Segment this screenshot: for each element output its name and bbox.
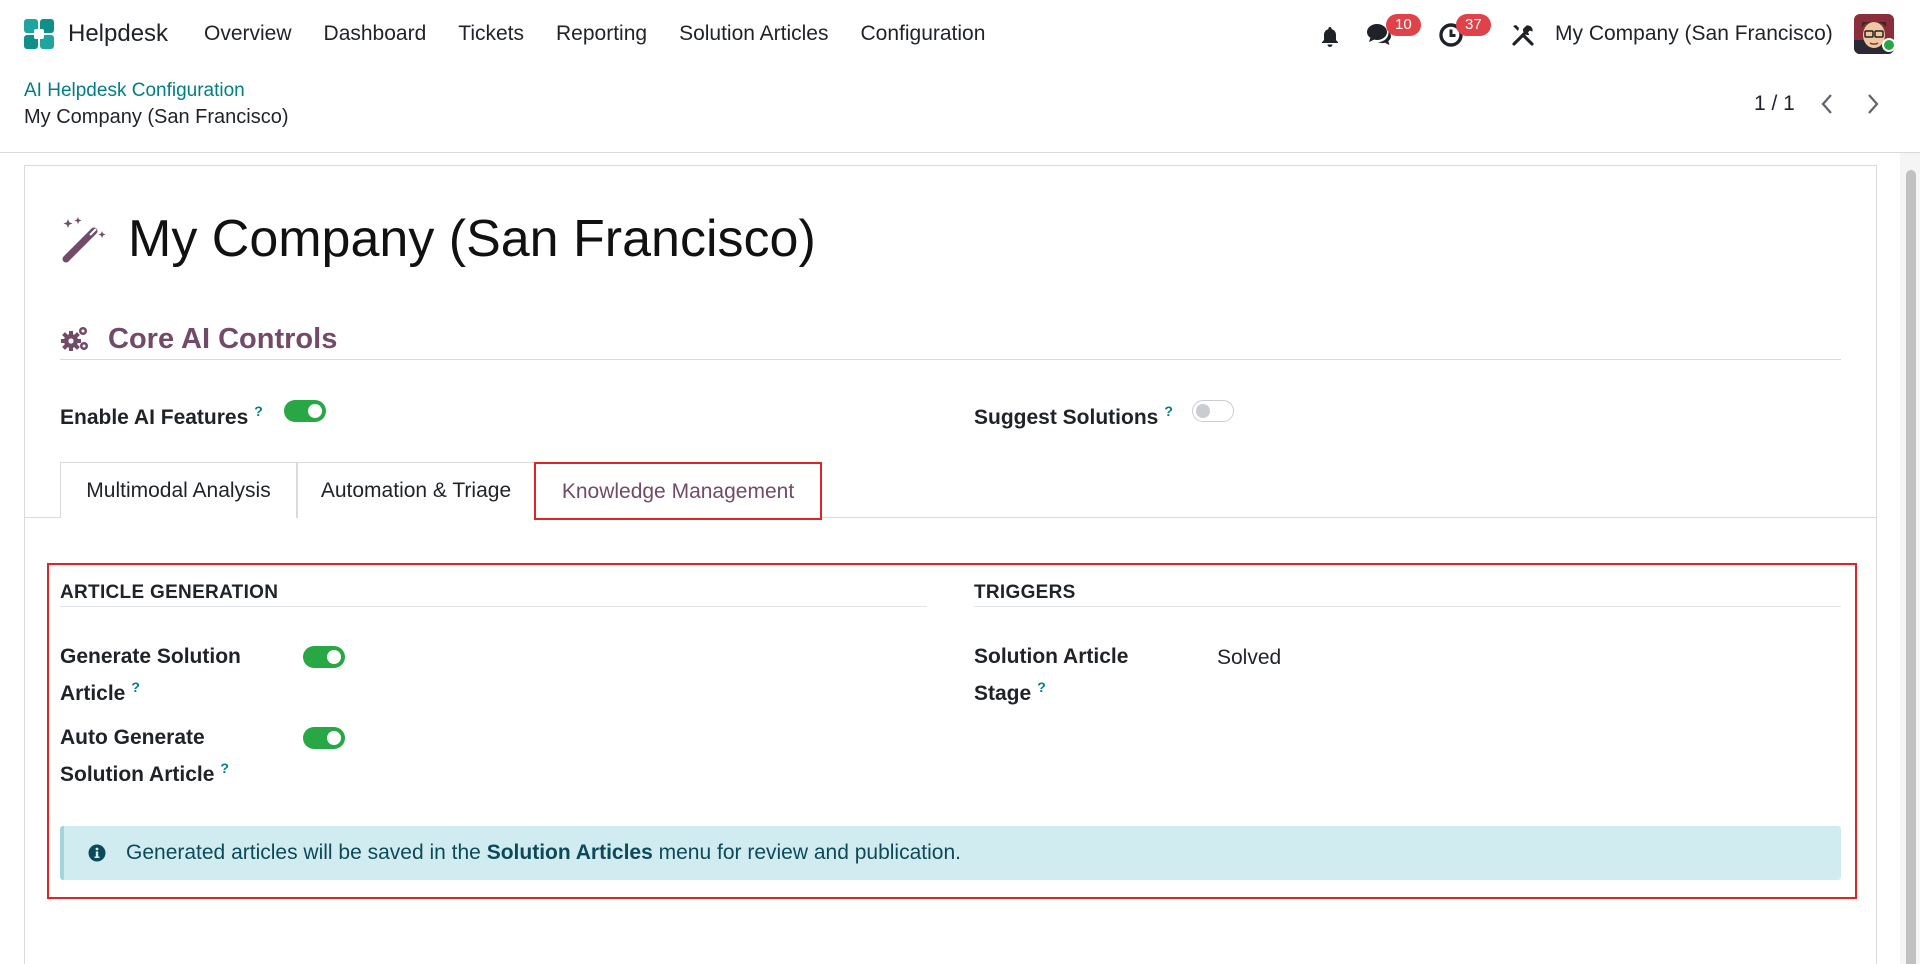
messages-count-badge: 10 <box>1386 14 1421 36</box>
menu-item-overview[interactable]: Overview <box>204 19 292 49</box>
top-navbar: Helpdesk Overview Dashboard Tickets Repo… <box>0 0 1920 68</box>
app-name[interactable]: Helpdesk <box>68 19 168 49</box>
chevron-left-icon <box>1821 94 1832 114</box>
alert-text-prefix: Generated articles will be saved in the <box>126 841 487 864</box>
breadcrumb-parent-link[interactable]: AI Helpdesk Configuration <box>24 79 245 103</box>
help-tooltip-icon[interactable]: ? <box>1164 403 1173 419</box>
suggest-solutions-toggle[interactable] <box>1192 400 1234 422</box>
menu-item-solution-articles[interactable]: Solution Articles <box>679 19 828 49</box>
tab-multimodal-analysis[interactable]: Multimodal Analysis <box>60 462 297 518</box>
auto-generate-solution-article-label: Auto Generate Solution Article? <box>60 722 290 790</box>
group-title-article-generation: ARTICLE GENERATION <box>60 582 279 603</box>
auto-generate-solution-article-toggle[interactable] <box>303 727 345 749</box>
enable-ai-features-toggle[interactable] <box>284 400 326 422</box>
menu-item-configuration[interactable]: Configuration <box>860 19 985 49</box>
activities-count-badge: 37 <box>1456 14 1491 36</box>
section-title-core-ai-controls: Core AI Controls <box>108 323 338 355</box>
main-menu: Overview Dashboard Tickets Reporting Sol… <box>204 19 1017 49</box>
tab-knowledge-management[interactable]: Knowledge Management <box>534 462 822 520</box>
group-divider <box>974 606 1841 607</box>
enable-ai-features-label: Enable AI Features? <box>60 396 263 433</box>
pager-next-button[interactable] <box>1858 88 1888 120</box>
breadcrumb-current: My Company (San Francisco) <box>24 106 289 128</box>
help-tooltip-icon[interactable]: ? <box>1037 679 1046 695</box>
menu-item-reporting[interactable]: Reporting <box>556 19 647 49</box>
solution-article-stage-text: Solution Article Stage <box>974 645 1129 705</box>
solution-article-stage-label: Solution Article Stage? <box>974 641 1154 709</box>
info-alert: Generated articles will be saved in the … <box>60 826 1841 880</box>
info-circle-icon <box>88 844 106 862</box>
help-tooltip-icon[interactable]: ? <box>254 403 263 419</box>
group-divider <box>60 606 927 607</box>
help-tooltip-icon[interactable]: ? <box>220 760 229 776</box>
section-divider <box>60 359 1841 360</box>
suggest-solutions-label: Suggest Solutions? <box>974 396 1173 433</box>
solution-article-stage-value[interactable]: Solved <box>1217 643 1281 673</box>
alert-text-suffix: menu for review and publication. <box>652 841 961 864</box>
pager-value[interactable]: 1 / 1 <box>1754 91 1795 117</box>
helpdesk-logo-icon[interactable] <box>22 17 56 51</box>
tools-icon[interactable] <box>1510 22 1536 48</box>
online-status-dot <box>1882 38 1896 52</box>
record-title: My Company (San Francisco) <box>128 210 816 268</box>
tab-automation-triage[interactable]: Automation & Triage <box>297 462 535 518</box>
chevron-right-icon <box>1868 94 1879 114</box>
bell-icon[interactable] <box>1318 25 1342 49</box>
generate-solution-article-text: Generate Solution Article <box>60 645 241 705</box>
control-panel-divider <box>0 152 1920 153</box>
menu-item-tickets[interactable]: Tickets <box>458 19 524 49</box>
gears-icon <box>61 327 88 351</box>
auto-generate-solution-article-text: Auto Generate Solution Article <box>60 726 215 786</box>
alert-text-emphasis: Solution Articles <box>486 841 653 864</box>
magic-wand-icon <box>62 217 106 263</box>
generate-solution-article-label: Generate Solution Article? <box>60 641 290 709</box>
group-title-triggers: TRIGGERS <box>974 582 1076 603</box>
generate-solution-article-toggle[interactable] <box>303 646 345 668</box>
pager-previous-button[interactable] <box>1812 88 1842 120</box>
company-switcher[interactable]: My Company (San Francisco) <box>1555 19 1833 49</box>
enable-ai-features-text: Enable AI Features <box>60 406 249 429</box>
scrollbar-thumb[interactable] <box>1906 170 1916 964</box>
suggest-solutions-text: Suggest Solutions <box>974 406 1159 429</box>
info-alert-text: Generated articles will be saved in the … <box>126 838 961 868</box>
help-tooltip-icon[interactable]: ? <box>131 679 140 695</box>
menu-item-dashboard[interactable]: Dashboard <box>324 19 427 49</box>
